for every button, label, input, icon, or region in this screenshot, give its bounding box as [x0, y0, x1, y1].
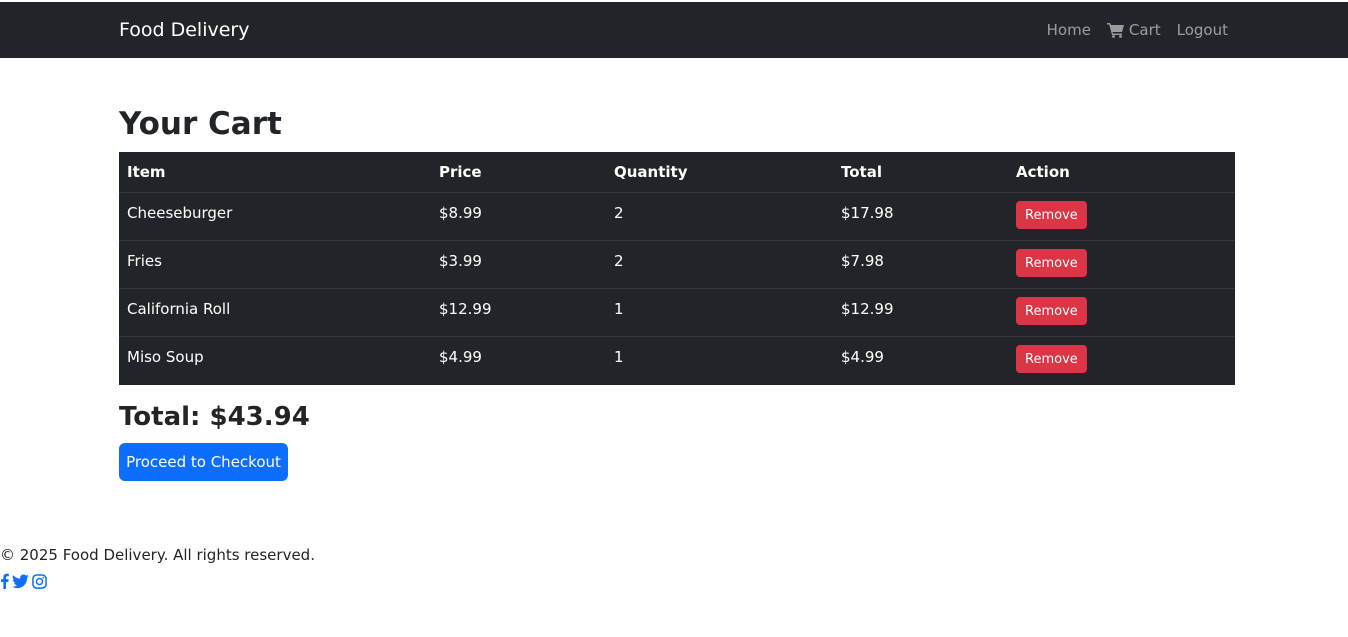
- remove-button[interactable]: Remove: [1016, 297, 1087, 325]
- column-header-action: Action: [1008, 152, 1235, 193]
- item-total: $17.98: [841, 204, 894, 222]
- item-total: $7.98: [841, 252, 884, 270]
- instagram-link[interactable]: [32, 573, 47, 589]
- item-price: $4.99: [439, 348, 482, 366]
- item-price: $12.99: [439, 300, 492, 318]
- remove-button[interactable]: Remove: [1016, 201, 1087, 229]
- nav-links: Home Cart Logout: [1047, 21, 1228, 39]
- item-name: California Roll: [127, 300, 231, 318]
- item-price: $3.99: [439, 252, 482, 270]
- column-header-total: Total: [833, 152, 1008, 193]
- item-quantity: 1: [614, 300, 624, 318]
- social-links: [0, 573, 50, 589]
- table-row: Cheeseburger $8.99 2 $17.98 Remove: [119, 192, 1235, 241]
- twitter-icon: [12, 573, 29, 588]
- table-row: Fries $3.99 2 $7.98 Remove: [119, 240, 1235, 289]
- item-name: Miso Soup: [127, 348, 204, 366]
- footer-copyright: © 2025 Food Delivery. All rights reserve…: [0, 546, 315, 564]
- table-row: Miso Soup $4.99 1 $4.99 Remove: [119, 337, 1235, 386]
- instagram-icon: [32, 573, 47, 589]
- remove-button[interactable]: Remove: [1016, 249, 1087, 277]
- item-name: Cheeseburger: [127, 204, 233, 222]
- brand-logo[interactable]: Food Delivery: [119, 19, 249, 41]
- column-header-price: Price: [431, 152, 606, 193]
- remove-button[interactable]: Remove: [1016, 345, 1087, 373]
- table-row: California Roll $12.99 1 $12.99 Remove: [119, 288, 1235, 337]
- nav-link-cart-label: Cart: [1128, 21, 1161, 39]
- facebook-link[interactable]: [0, 573, 9, 589]
- nav-link-logout[interactable]: Logout: [1177, 21, 1228, 39]
- nav-link-home[interactable]: Home: [1047, 21, 1091, 39]
- navbar: Food Delivery Home Cart Logout: [0, 2, 1348, 58]
- nav-link-logout-label: Logout: [1176, 21, 1228, 39]
- item-quantity: 2: [614, 252, 624, 270]
- cart-table: Item Price Quantity Total Action Cheeseb…: [119, 152, 1235, 385]
- checkout-button[interactable]: Proceed to Checkout: [119, 443, 288, 481]
- item-total: $4.99: [841, 348, 884, 366]
- table-header-row: Item Price Quantity Total Action: [119, 152, 1235, 193]
- facebook-icon: [1, 573, 9, 589]
- item-quantity: 1: [614, 348, 624, 366]
- column-header-quantity: Quantity: [606, 152, 833, 193]
- page-title: Your Cart: [119, 106, 282, 142]
- item-price: $8.99: [439, 204, 482, 222]
- item-name: Fries: [127, 252, 162, 270]
- cart-icon: [1106, 23, 1124, 38]
- column-header-item: Item: [119, 152, 431, 193]
- nav-link-cart[interactable]: Cart: [1106, 21, 1161, 39]
- twitter-link[interactable]: [12, 573, 29, 589]
- nav-link-home-label: Home: [1046, 21, 1091, 39]
- item-total: $12.99: [841, 300, 894, 318]
- cart-total: Total: $43.94: [119, 402, 310, 432]
- item-quantity: 2: [614, 204, 624, 222]
